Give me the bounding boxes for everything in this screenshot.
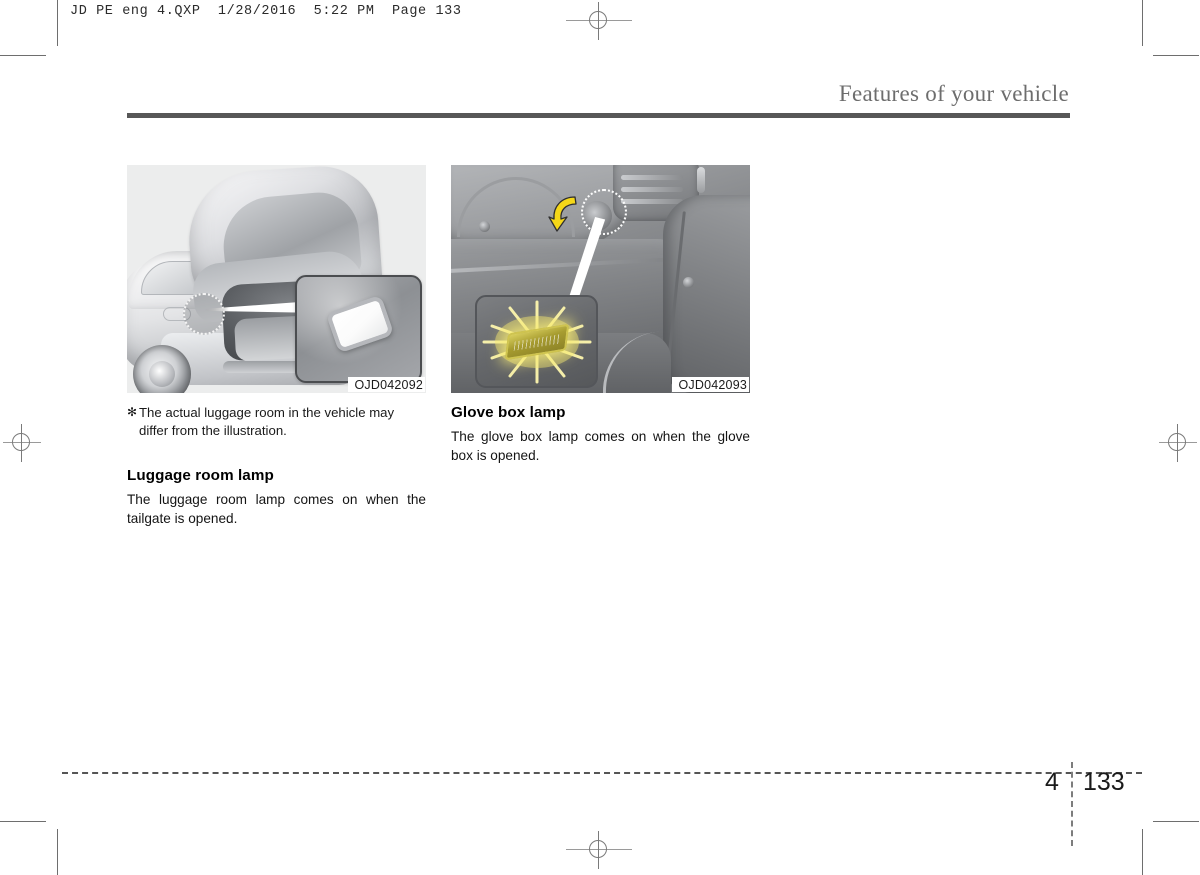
content-column-right: OJD042093 Glove box lamp The glove box l…	[451, 165, 750, 465]
lamp-lens-grid-texture	[513, 333, 560, 351]
car-wheel-hub-shape	[149, 361, 175, 387]
folio-page-number: 133	[1083, 768, 1125, 796]
trim-screw-icon	[479, 221, 490, 232]
registration-mark-top-center	[566, 2, 632, 40]
trim-screw-icon	[683, 277, 694, 288]
luggage-room-lamp-figure: OJD042092	[127, 165, 426, 393]
glove-box-illustration	[451, 165, 750, 393]
glove-box-lamp-figure: OJD042093	[451, 165, 750, 393]
running-head-title: Features of your vehicle	[838, 81, 1069, 106]
crop-mark-top-left-vertical	[57, 0, 58, 46]
registration-mark-left-middle	[3, 424, 41, 462]
section-title-glove-box-lamp: Glove box lamp	[451, 404, 566, 421]
crop-mark-bottom-right-vertical	[1142, 829, 1143, 875]
illustration-disclaimer-note: ✻ The actual luggage room in the vehicle…	[127, 404, 426, 439]
crop-mark-bottom-right-horizontal	[1153, 821, 1199, 822]
lamp-location-highlight-circle	[183, 293, 225, 335]
glove-box-lamp-detail-inset	[475, 295, 598, 388]
air-vent-slat-shape	[621, 187, 683, 192]
asterisk-icon: ✻	[127, 405, 138, 419]
footer-dashed-rule	[62, 772, 1142, 774]
registration-mark-bottom-center	[566, 831, 632, 869]
manual-page: JD PE eng 4.QXP 1/28/2016 5:22 PM Page 1…	[0, 0, 1200, 875]
figure-caption-code: OJD042092	[348, 377, 425, 392]
section-title-luggage-room-lamp: Luggage room lamp	[127, 467, 274, 484]
air-vent-slat-shape	[621, 199, 683, 204]
car-illustration	[127, 165, 426, 393]
illustration-disclaimer-text: The actual luggage room in the vehicle m…	[139, 405, 395, 438]
air-vent-slat-shape	[621, 175, 683, 180]
air-vent-knob-shape	[697, 167, 705, 193]
crop-mark-top-right-vertical	[1142, 0, 1143, 46]
figure-caption-code: OJD042093	[672, 377, 749, 392]
crop-mark-bottom-left-vertical	[57, 829, 58, 875]
crop-mark-top-right-horizontal	[1153, 55, 1199, 56]
luggage-lamp-detail-inset	[295, 275, 422, 383]
section-body-luggage-room-lamp: The luggage room lamp comes on when the …	[127, 492, 426, 526]
folio-chapter-number: 4	[1045, 768, 1059, 796]
registration-mark-right-middle	[1159, 424, 1197, 462]
prepress-header-line: JD PE eng 4.QXP 1/28/2016 5:22 PM Page 1…	[70, 4, 462, 19]
lamp-location-highlight-circle	[581, 189, 627, 235]
content-column-left: OJD042092 ✻ The actual luggage room in t…	[127, 165, 426, 528]
rotate-arrow-icon	[548, 196, 577, 232]
section-body-glove-box-lamp: The glove box lamp comes on when the glo…	[451, 429, 750, 463]
crop-mark-top-left-horizontal	[0, 55, 46, 56]
running-head-rule	[127, 113, 1070, 118]
folio-dashed-divider	[1071, 762, 1073, 846]
luggage-lamp-lens-shape	[325, 294, 395, 354]
crop-mark-bottom-left-horizontal	[0, 821, 46, 822]
